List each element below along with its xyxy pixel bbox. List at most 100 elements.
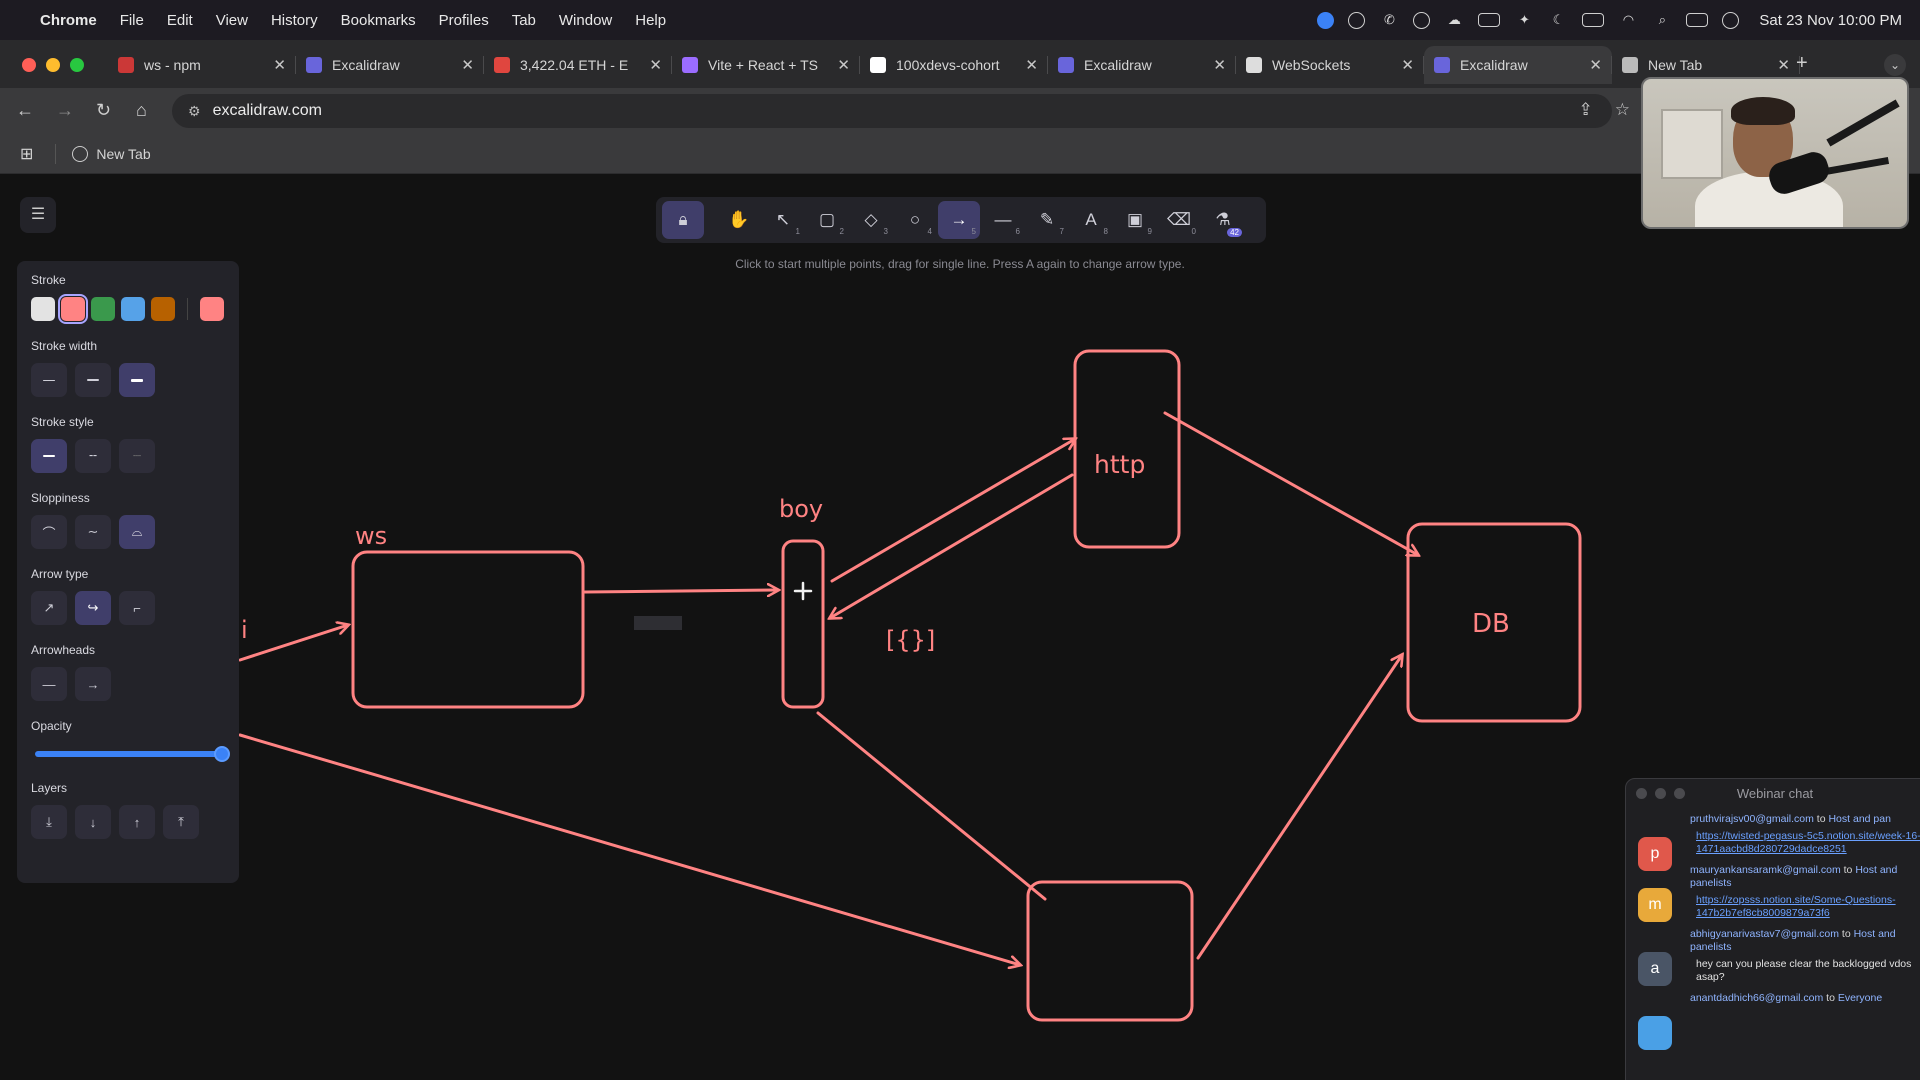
minimize-window-button[interactable] xyxy=(46,58,60,72)
stroke-color-swatch[interactable] xyxy=(31,297,55,321)
tab-close-icon[interactable]: ✕ xyxy=(837,56,850,74)
megaphone-status-icon[interactable]: ✆ xyxy=(1379,12,1399,28)
stroke-solid-button[interactable] xyxy=(31,439,67,473)
ws-label[interactable]: ws xyxy=(355,522,387,550)
menu-window[interactable]: Window xyxy=(559,12,612,29)
search-icon[interactable]: ⌕ xyxy=(1652,12,1672,28)
arrow-http-to-boy[interactable] xyxy=(830,473,1074,618)
browser-tab[interactable]: 3,422.04 ETH - E ✕ xyxy=(484,46,672,84)
hand-tool-button[interactable]: ✋ xyxy=(718,201,760,239)
arrowhead-end-button[interactable]: → xyxy=(75,667,111,701)
main-menu-button[interactable]: ☰ xyxy=(20,197,56,233)
menu-help[interactable]: Help xyxy=(635,12,666,29)
sloppiness-cartoonist-button[interactable]: ⌓ xyxy=(119,515,155,549)
zoom-status-icon[interactable] xyxy=(1317,11,1335,29)
chat-link[interactable]: https://zopsss.notion.site/Some-Question… xyxy=(1690,894,1920,920)
browser-tab[interactable]: Excalidraw ✕ xyxy=(1048,46,1236,84)
selection-tool-button[interactable]: ↖ 1 xyxy=(762,201,804,239)
menu-edit[interactable]: Edit xyxy=(167,12,193,29)
tab-close-icon[interactable]: ✕ xyxy=(1025,56,1038,74)
send-backward-button[interactable]: ↓ xyxy=(75,805,111,839)
bring-forward-button[interactable]: ↑ xyxy=(119,805,155,839)
browser-tab[interactable]: Excalidraw ✕ xyxy=(1424,46,1612,84)
stroke-color-swatch[interactable] xyxy=(121,297,145,321)
bookmark-star-icon[interactable]: ☆ xyxy=(1615,100,1630,120)
address-bar[interactable]: ⚙ excalidraw.com xyxy=(172,94,1612,128)
chat-zoom-button[interactable] xyxy=(1674,788,1685,799)
home-icon[interactable]: ⌂ xyxy=(136,100,147,121)
arrowhead-start-button[interactable]: — xyxy=(31,667,67,701)
arrow-bottom-to-db[interactable] xyxy=(1196,655,1402,960)
text-tool-button[interactable]: A8 xyxy=(1070,201,1112,239)
arrow-tool-button[interactable]: → 5 xyxy=(938,201,980,239)
menu-view[interactable]: View xyxy=(216,12,248,29)
tab-close-icon[interactable]: ✕ xyxy=(461,56,474,74)
chat-sender[interactable]: abhigyanarivastav7@gmail.com xyxy=(1690,928,1839,940)
puzzle-status-icon[interactable]: ✦ xyxy=(1514,12,1534,28)
stroke-dashed-button[interactable]: ╌ xyxy=(75,439,111,473)
browser-tab[interactable]: Excalidraw ✕ xyxy=(296,46,484,84)
webcam-video[interactable] xyxy=(1641,77,1909,229)
tab-close-icon[interactable]: ✕ xyxy=(273,56,286,74)
menu-app-name[interactable]: Chrome xyxy=(40,12,97,29)
send-to-back-button[interactable]: ⤓ xyxy=(31,805,67,839)
menu-profiles[interactable]: Profiles xyxy=(439,12,489,29)
back-icon[interactable]: ← xyxy=(16,100,34,121)
ellipse-tool-button[interactable]: ○ 4 xyxy=(894,201,936,239)
tab-search-icon[interactable]: ⌄ xyxy=(1884,54,1906,76)
current-stroke-color-button[interactable] xyxy=(200,297,224,321)
menu-history[interactable]: History xyxy=(271,12,318,29)
sloppiness-architect-button[interactable]: ⌒ xyxy=(31,515,67,549)
menu-file[interactable]: File xyxy=(120,12,144,29)
bring-to-front-button[interactable]: ⤒ xyxy=(163,805,199,839)
opacity-track[interactable] xyxy=(35,751,221,757)
tab-close-icon[interactable]: ✕ xyxy=(1777,56,1790,74)
theme-status-icon[interactable] xyxy=(1348,11,1366,29)
browser-tab[interactable]: 100xdevs-cohort ✕ xyxy=(860,46,1048,84)
forward-icon[interactable]: → xyxy=(56,100,74,121)
arrow-ws-to-boy[interactable] xyxy=(583,590,778,592)
menu-bookmarks[interactable]: Bookmarks xyxy=(341,12,416,29)
brackets-label[interactable]: [{}] xyxy=(886,626,935,654)
sloppiness-artist-button[interactable]: ∼ xyxy=(75,515,111,549)
chat-minimize-button[interactable] xyxy=(1655,788,1666,799)
control-center-icon[interactable] xyxy=(1686,13,1709,27)
line-boy-to-bottom[interactable] xyxy=(816,711,1047,901)
lock-tool-button[interactable]: 🔒︎ xyxy=(662,201,704,239)
browser-tab[interactable]: WebSockets ✕ xyxy=(1236,46,1424,84)
stroke-color-swatch[interactable] xyxy=(151,297,175,321)
stroke-dotted-button[interactable]: ┈ xyxy=(119,439,155,473)
db-label[interactable]: DB xyxy=(1472,609,1510,639)
install-app-icon[interactable]: ⇪ xyxy=(1579,100,1593,120)
chat-link[interactable]: https://twisted-pegasus-5c5.notion.site/… xyxy=(1690,830,1920,856)
stroke-width-thin-button[interactable] xyxy=(31,363,67,397)
arrow-http-to-db[interactable] xyxy=(1163,411,1418,555)
tab-close-icon[interactable]: ✕ xyxy=(649,56,662,74)
grid-status-icon[interactable] xyxy=(1413,11,1431,29)
arrow-left-to-bottom[interactable] xyxy=(238,733,1020,965)
line-tool-button[interactable]: —6 xyxy=(982,201,1024,239)
opacity-slider[interactable] xyxy=(31,743,230,763)
bottom-box[interactable] xyxy=(1026,880,1194,1022)
partial-label[interactable]: i xyxy=(241,616,248,644)
zoom-window-button[interactable] xyxy=(70,58,84,72)
stroke-width-extra-bold-button[interactable] xyxy=(119,363,155,397)
ws-box[interactable] xyxy=(351,550,585,709)
reload-icon[interactable]: ↻ xyxy=(96,100,111,121)
image-tool-button[interactable]: ▣ 9 xyxy=(1114,201,1156,239)
cloud-status-icon[interactable]: ☁ xyxy=(1444,12,1464,28)
tab-close-icon[interactable]: ✕ xyxy=(1401,56,1414,74)
chat-sender[interactable]: anantdadhich66@gmail.com xyxy=(1690,992,1823,1004)
chat-sender[interactable]: mauryankansaramk@gmail.com xyxy=(1690,864,1841,876)
chat-close-button[interactable] xyxy=(1636,788,1647,799)
stroke-color-swatch[interactable] xyxy=(58,294,88,324)
boy-label[interactable]: boy xyxy=(779,495,823,523)
arrow-boy-to-http[interactable] xyxy=(830,439,1075,583)
stroke-color-swatch[interactable] xyxy=(91,297,115,321)
chat-sender[interactable]: pruthvirajsv00@gmail.com xyxy=(1690,813,1814,825)
display-status-icon[interactable] xyxy=(1478,13,1501,27)
clock[interactable]: Sat 23 Nov 10:00 PM xyxy=(1759,12,1902,29)
chat-title-bar[interactable]: Webinar chat xyxy=(1626,779,1920,807)
arrow-curved-button[interactable]: ↪ xyxy=(75,591,111,625)
eraser-tool-button[interactable]: ⌫ 0 xyxy=(1158,201,1200,239)
